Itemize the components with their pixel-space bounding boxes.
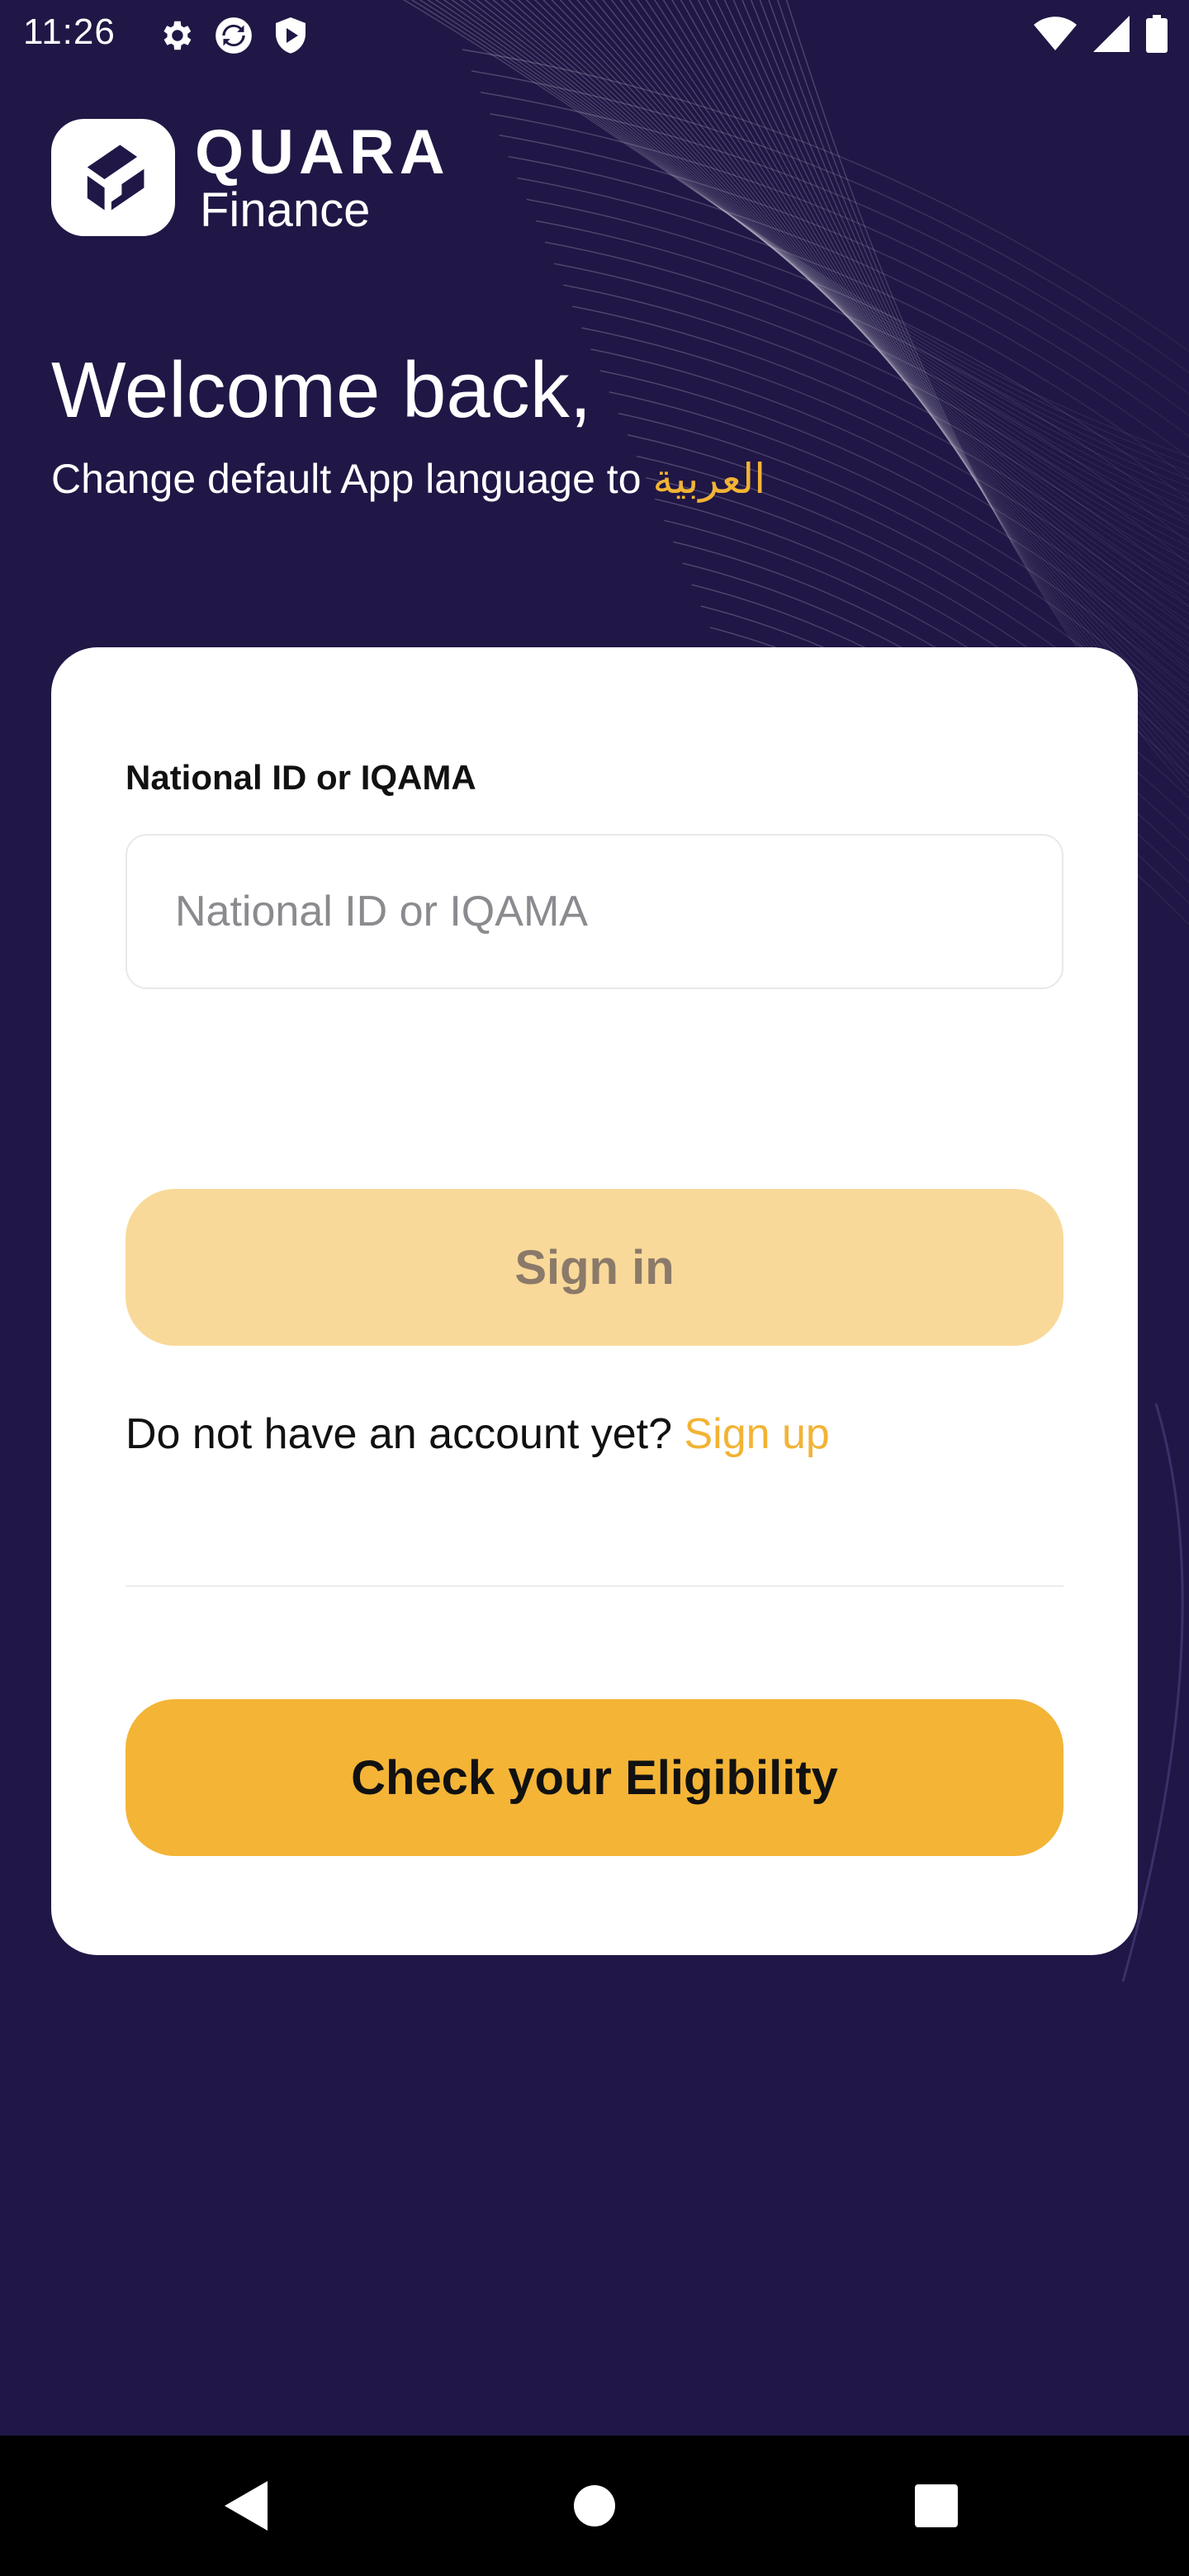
shield-icon: [272, 16, 309, 55]
brand-name: QUARA: [195, 117, 450, 187]
settings-gear-icon: [157, 17, 195, 54]
language-switch-line: Change default App language to العربية: [51, 452, 765, 505]
sign-up-link[interactable]: Sign up: [684, 1410, 829, 1458]
wifi-icon: [1034, 16, 1077, 52]
check-eligibility-button[interactable]: Check your Eligibility: [126, 1699, 1063, 1856]
welcome-heading: Welcome back,: [51, 346, 592, 434]
recents-icon[interactable]: [854, 2436, 1019, 2576]
brand-subtitle: Finance: [200, 183, 371, 237]
sync-icon: [213, 15, 254, 56]
home-icon[interactable]: [512, 2436, 677, 2576]
signup-prompt: Do not have an account yet?: [126, 1410, 673, 1458]
navigation-bar: [0, 2436, 1189, 2576]
status-time: 11:26: [23, 12, 116, 52]
battery-icon: [1146, 15, 1168, 53]
sign-in-button[interactable]: Sign in: [126, 1189, 1063, 1346]
back-icon[interactable]: [165, 2436, 330, 2576]
brand-logo: QUARA Finance: [51, 119, 450, 236]
language-prompt: Change default App language to: [51, 456, 642, 502]
signup-line: Do not have an account yet? Sign up: [126, 1405, 830, 1463]
status-bar: 11:26: [0, 0, 1189, 69]
cellular-signal-icon: [1093, 16, 1130, 52]
national-id-label: National ID or IQAMA: [126, 758, 476, 797]
login-card: National ID or IQAMA Sign in Do not have…: [51, 647, 1138, 1955]
card-divider: [126, 1585, 1063, 1587]
national-id-input[interactable]: [126, 834, 1063, 989]
quara-logo-icon: [51, 119, 175, 236]
arabic-language-link[interactable]: العربية: [653, 456, 766, 502]
login-screen: 11:26 QUARA Finance Welcome back, Change…: [0, 0, 1189, 2576]
